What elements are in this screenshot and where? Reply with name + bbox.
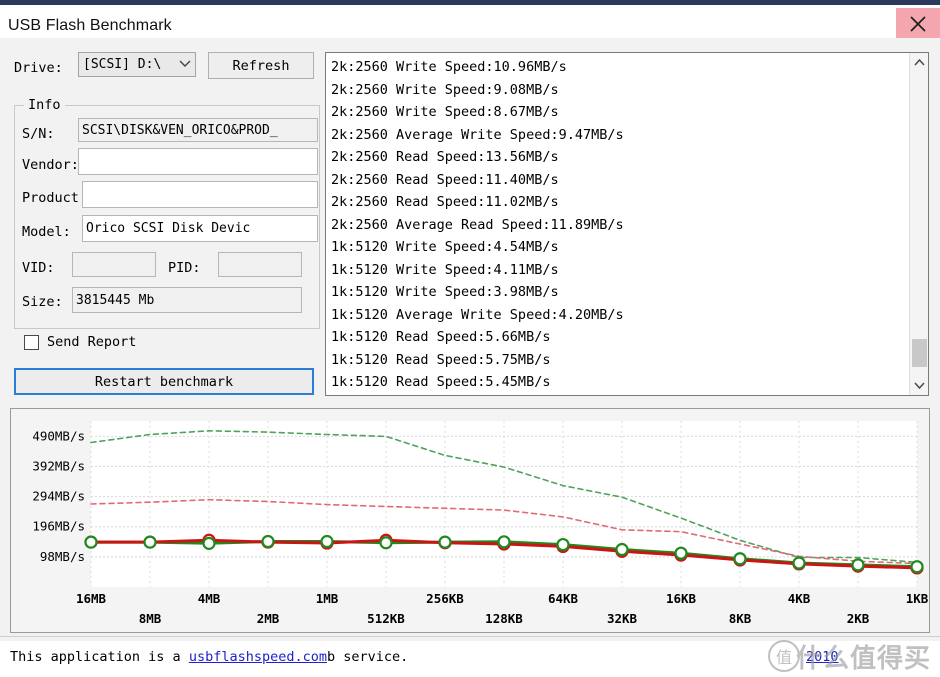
chart-data-point — [202, 536, 216, 550]
log-line: 1k:5120 Write Speed:4.54MB/s — [331, 239, 559, 255]
log-line: 2k:2560 Average Read Speed:11.89MB/s — [331, 216, 624, 233]
send-report-label: Send Report — [47, 334, 137, 350]
log-line: 1k:5120 Read Speed:5.75MB/s — [331, 351, 551, 368]
drive-label: Drive: — [14, 60, 63, 76]
chart-data-point — [556, 537, 570, 552]
x-axis-tick-label: 32KB — [607, 611, 638, 626]
chart-data-point — [792, 556, 806, 570]
log-line: 1k:5120 Write Speed:4.11MB/s — [331, 261, 559, 278]
chart-svg: 490MB/s 392MB/s 294MB/s 196MB/s 98MB/s 16MB 8M… — [32, 421, 929, 626]
chart-data-point — [674, 546, 688, 560]
chart-data-point — [851, 558, 865, 572]
footer-right-link[interactable]: 2010 — [806, 649, 839, 665]
log-line: 2k:2560 Read Speed:11.40MB/s — [331, 171, 559, 188]
log-line: 2k:2560 Write Speed:10.96MB/s — [331, 59, 567, 75]
y-axis-tick-label: 490MB/s — [32, 428, 85, 443]
chart-data-point — [84, 535, 98, 549]
log-scrollbar[interactable] — [909, 53, 928, 395]
x-axis-tick-label: 4MB — [198, 591, 221, 606]
restart-benchmark-button[interactable]: Restart benchmark — [14, 368, 314, 395]
scroll-down-icon[interactable] — [910, 376, 928, 395]
checkbox-icon — [24, 334, 39, 350]
log-line: 2k:2560 Read Speed:13.56MB/s — [331, 149, 559, 165]
x-axis-tick-label: 256KB — [426, 591, 464, 606]
y-axis-tick-label: 392MB/s — [32, 458, 85, 473]
app-window: USB Flash Benchmark Drive: [SCSI] D:\ Re… — [0, 0, 940, 677]
close-icon — [910, 15, 926, 32]
chart-data-point — [143, 535, 157, 549]
size-field[interactable]: 3815445 Mb — [72, 287, 302, 313]
chart-data-point — [438, 535, 452, 549]
sn-field[interactable]: SCSI\DISK&VEN_ORICO&PROD_ — [78, 118, 318, 142]
chart-data-point — [497, 535, 511, 549]
chevron-down-icon — [179, 58, 191, 71]
drive-select[interactable]: [SCSI] D:\ — [78, 52, 196, 77]
x-axis-tick-label: 16MB — [76, 591, 107, 606]
x-axis-tick-label: 128KB — [485, 611, 523, 626]
log-line: 2k:2560 Read Speed:11.02MB/s — [331, 194, 559, 210]
x-axis-tick-label: 8KB — [729, 611, 752, 626]
log-line: 2k:2560 Write Speed:8.67MB/s — [331, 104, 559, 120]
scroll-up-icon[interactable] — [910, 53, 928, 72]
x-axis-tick-label: 1MB — [316, 591, 339, 606]
x-axis-tick-label: 64KB — [548, 591, 579, 606]
vid-label: VID: — [22, 260, 55, 276]
x-axis-tick-label: 4KB — [788, 591, 811, 606]
y-axis-tick-label: 98MB/s — [40, 549, 85, 564]
x-axis-tick-label: 2KB — [847, 611, 870, 626]
footer-divider — [0, 636, 940, 637]
footer-link[interactable]: usbflashspeed.com — [189, 649, 327, 665]
vendor-label: Vendor: — [22, 157, 79, 173]
info-group-title: Info — [24, 97, 65, 113]
title-bar: USB Flash Benchmark — [0, 8, 940, 39]
vid-field[interactable] — [72, 252, 156, 277]
chart-data-point — [320, 534, 334, 549]
window-title: USB Flash Benchmark — [8, 17, 172, 34]
chart-data-point — [261, 534, 275, 549]
pid-field[interactable] — [218, 252, 302, 277]
x-axis-tick-label: 512KB — [367, 611, 405, 626]
footer: This application is a usbflashspeed.comb… — [0, 641, 940, 677]
log-line: 1k:5120 Read Speed:5.66MB/s — [331, 329, 551, 345]
close-button[interactable] — [896, 8, 940, 39]
pid-label: PID: — [168, 260, 201, 276]
log-line: 1k:5120 Average Read Speed:5.62MB/s — [331, 394, 906, 396]
log-line: 2k:2560 Average Write Speed:9.47MB/s — [331, 126, 624, 143]
chart-data-point — [615, 542, 629, 557]
scrollbar-thumb[interactable] — [912, 339, 927, 367]
size-label: Size: — [22, 294, 63, 310]
y-axis-tick-label: 196MB/s — [32, 519, 85, 534]
product-label: Product: — [22, 190, 88, 206]
chart-data-point — [910, 560, 924, 574]
log-line: 2k:2560 Write Speed:9.08MB/s — [331, 81, 559, 98]
sn-label: S/N: — [22, 126, 55, 142]
product-field[interactable] — [82, 181, 318, 208]
log-panel[interactable]: 2k:2560 Write Speed:10.96MB/s 2k:2560 Wri… — [325, 52, 929, 396]
send-report-checkbox[interactable]: Send Report — [24, 334, 136, 350]
x-axis-tick-label: 1KB — [906, 591, 929, 606]
model-field[interactable]: Orico SCSI Disk Devic — [82, 215, 318, 242]
benchmark-chart: 490MB/s 392MB/s 294MB/s 196MB/s 98MB/s 16MB 8M… — [10, 408, 930, 633]
log-line: 1k:5120 Read Speed:5.45MB/s — [331, 374, 551, 390]
x-axis-tick-label: 8MB — [139, 611, 162, 626]
footer-text-before: This application is a — [10, 649, 189, 665]
x-axis-tick-label: 2MB — [257, 611, 280, 626]
log-lines: 2k:2560 Write Speed:10.96MB/s 2k:2560 Wri… — [331, 56, 906, 396]
refresh-button[interactable]: Refresh — [208, 52, 314, 79]
vendor-field[interactable] — [78, 148, 318, 175]
y-axis-tick-label: 294MB/s — [32, 489, 85, 504]
footer-text-after: b service. — [326, 649, 409, 665]
x-axis-tick-label: 16KB — [666, 591, 697, 606]
log-line: 1k:5120 Average Write Speed:4.20MB/s — [331, 306, 624, 323]
footer-text: This application is a usbflashspeed.comb… — [10, 649, 408, 665]
model-label: Model: — [22, 224, 71, 240]
chart-data-point — [379, 536, 393, 550]
chart-data-point — [733, 552, 747, 566]
log-line: 1k:5120 Write Speed:3.98MB/s — [331, 284, 559, 300]
drive-select-value: [SCSI] D:\ — [83, 57, 162, 72]
